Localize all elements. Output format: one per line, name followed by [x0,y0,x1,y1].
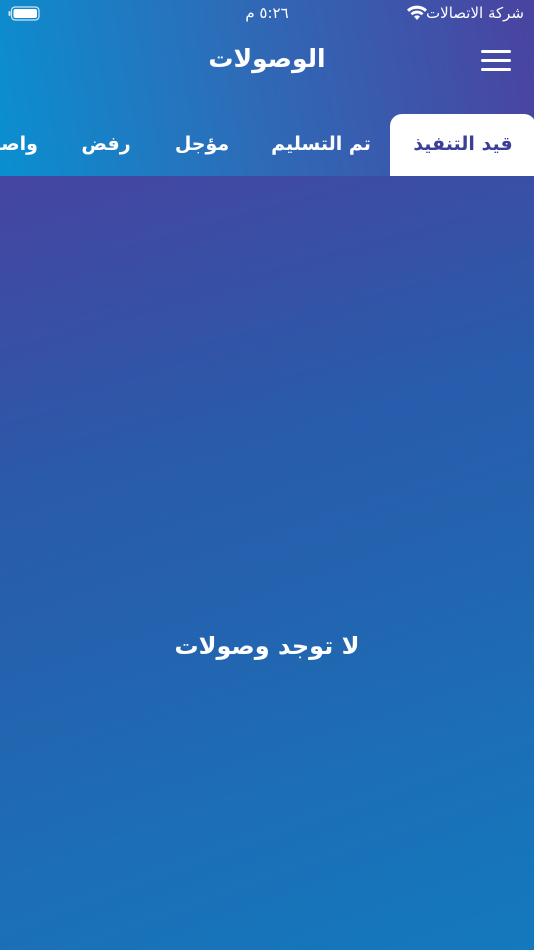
tab-label: رفض [81,133,131,155]
page-title: الوصولات [208,44,326,73]
tab-delivered[interactable]: تم التسليم [270,114,372,176]
hamburger-menu-icon[interactable] [481,50,513,76]
status-bar: شركة الاتصالات ٥:٢٦ م [0,0,534,28]
app-screen: شركة الاتصالات ٥:٢٦ م الوصولات قيد التنف… [0,0,534,950]
empty-state-message: لا توجد وصولات [174,632,360,660]
status-time: ٥:٢٦ م [245,4,289,22]
tab-in-progress[interactable]: قيد التنفيذ [390,114,534,176]
tab-label: واصل [0,133,38,155]
tab-rejected[interactable]: رفض [80,114,132,176]
tab-postponed[interactable]: مؤجل [170,114,234,176]
tab-arrived[interactable]: واصل [0,114,38,176]
tab-label: قيد التنفيذ [413,133,513,155]
content-background [0,176,534,950]
battery-icon [8,6,40,21]
tab-label: تم التسليم [271,133,371,155]
tab-label: مؤجل [174,133,230,155]
